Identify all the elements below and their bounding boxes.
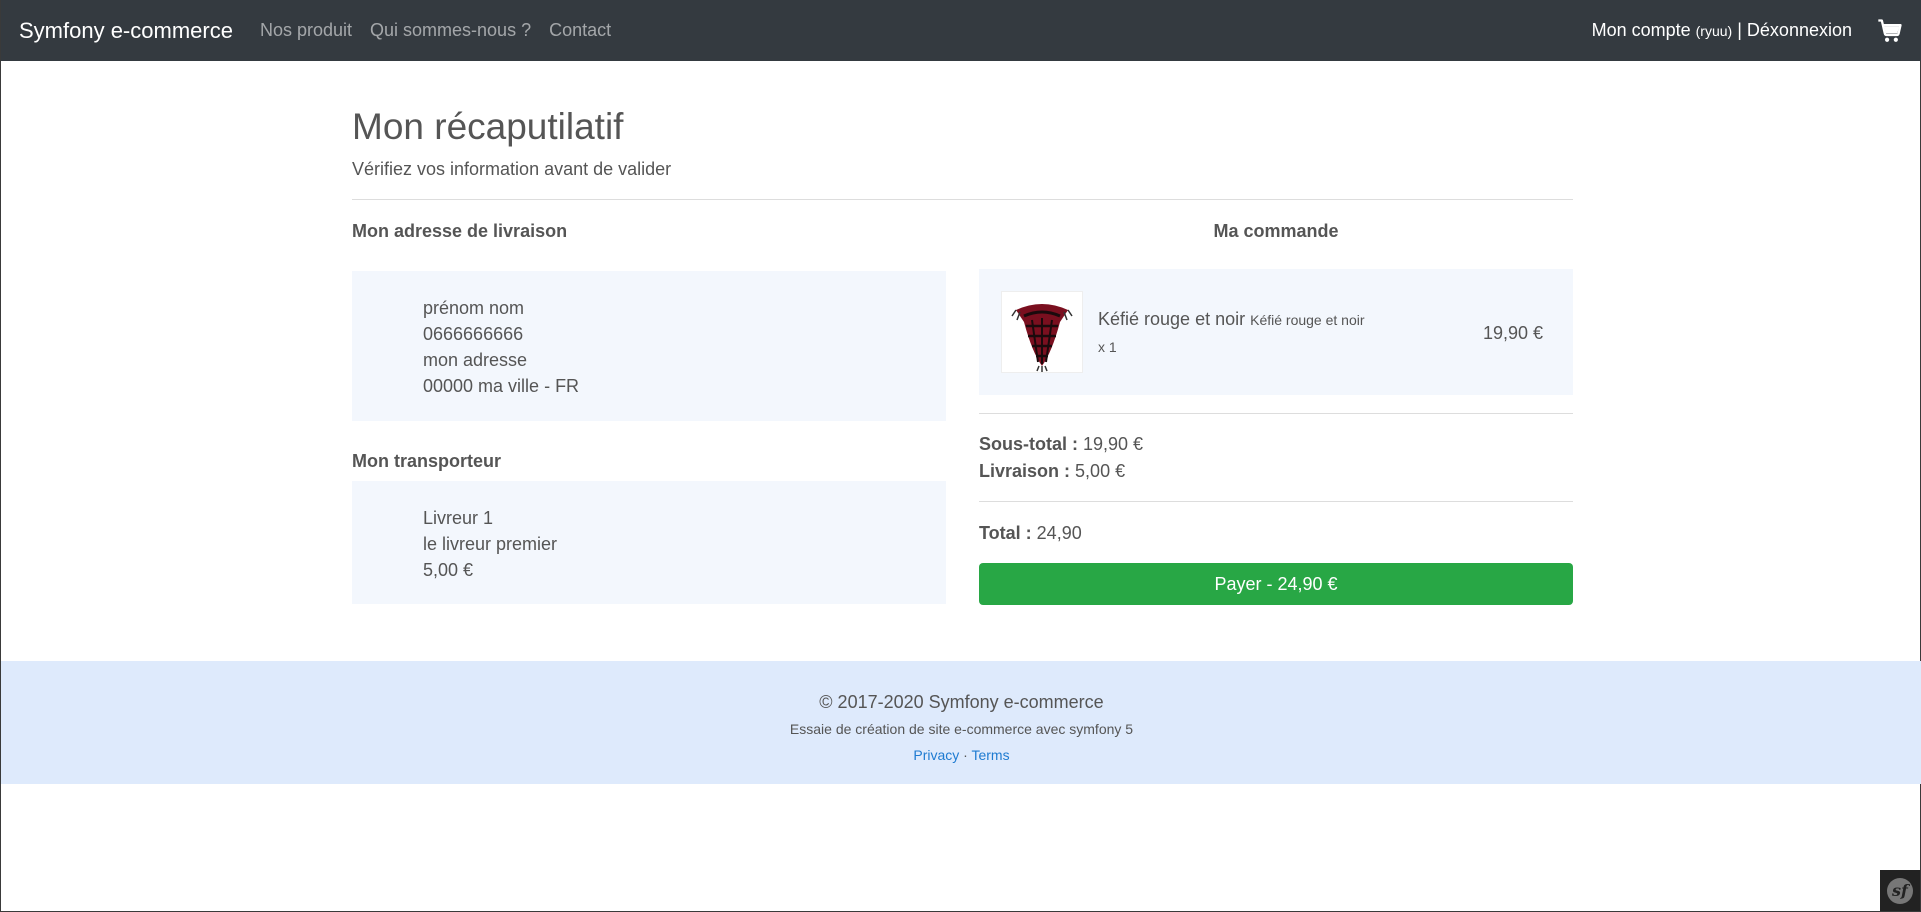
- product-quantity: x 1: [1098, 339, 1117, 355]
- footer-description: Essaie de création de site e-commerce av…: [789, 721, 1134, 737]
- account-username: (ryuu): [1695, 23, 1733, 39]
- carrier-info: Livreur 1 le livreur premier 5,00 €: [423, 505, 557, 583]
- terms-link[interactable]: Terms: [971, 747, 1009, 763]
- navbar: Symfony e-commerce Nos produit Qui somme…: [1, 0, 1921, 61]
- header-divider: [352, 199, 1573, 200]
- pay-button[interactable]: Payer - 24,90 €: [979, 563, 1573, 605]
- order-item-row: Kéfié rouge et noir Kéfié rouge et noir …: [979, 269, 1573, 395]
- nav-link-contact[interactable]: Contact: [549, 20, 611, 41]
- subtotal-value: 19,90 €: [1083, 434, 1144, 454]
- address-street: mon adresse: [423, 350, 528, 370]
- order-divider-2: [979, 501, 1573, 502]
- footer: © 2017-2020 Symfony e-commerce Essaie de…: [1, 661, 1921, 784]
- page: Symfony e-commerce Nos produit Qui somme…: [0, 0, 1921, 912]
- subtotal-label: Sous-total :: [979, 434, 1078, 454]
- delivery-address-panel: prénom nom 0666666666 mon adresse 00000 …: [352, 271, 946, 421]
- footer-link-separator: ·: [963, 747, 968, 763]
- page-subtitle: Vérifiez vos information avant de valide…: [352, 159, 672, 179]
- order-title: Ma commande: [1213, 221, 1339, 241]
- account-label: Mon compte: [1591, 20, 1691, 40]
- product-subtitle: Kéfié rouge et noir: [1250, 312, 1365, 328]
- nav-link-about[interactable]: Qui sommes-nous ?: [370, 20, 531, 41]
- carrier-description: le livreur premier: [423, 534, 558, 554]
- delivery-title: Mon adresse de livraison: [352, 221, 568, 241]
- nav-separator: |: [1737, 20, 1742, 40]
- symfony-toolbar-toggle[interactable]: sf: [1880, 870, 1920, 911]
- carrier-name: Livreur 1: [423, 508, 494, 528]
- shipping-value: 5,00 €: [1075, 461, 1126, 481]
- nav-link-produits[interactable]: Nos produit: [260, 20, 352, 41]
- address-phone: 0666666666: [423, 324, 524, 344]
- total-value: 24,90: [1036, 523, 1082, 543]
- shipping-line: Livraison : 5,00 €: [979, 461, 1125, 482]
- subtotal-line: Sous-total : 19,90 €: [979, 434, 1143, 455]
- page-title: Mon récaputilatif: [352, 106, 624, 147]
- total-label: Total :: [979, 523, 1032, 543]
- logout-link[interactable]: Déxonnexion: [1747, 20, 1852, 41]
- product-title: Kéfié rouge et noir: [1098, 309, 1246, 329]
- product-name: Kéfié rouge et noir Kéfié rouge et noir: [1098, 309, 1365, 330]
- cart-icon[interactable]: [1876, 17, 1904, 45]
- footer-copyright: © 2017-2020 Symfony e-commerce: [819, 692, 1104, 712]
- carrier-title: Mon transporteur: [352, 451, 502, 471]
- scarf-image: [1011, 304, 1073, 372]
- delivery-address: prénom nom 0666666666 mon adresse 00000 …: [423, 295, 579, 399]
- product-image: [1001, 291, 1083, 373]
- address-name: prénom nom: [423, 298, 525, 318]
- order-divider-1: [979, 413, 1573, 414]
- privacy-link[interactable]: Privacy: [913, 747, 959, 763]
- carrier-panel: Livreur 1 le livreur premier 5,00 €: [352, 481, 946, 604]
- symfony-logo-icon: sf: [1887, 877, 1913, 904]
- carrier-price: 5,00 €: [423, 560, 474, 580]
- address-city: 00000 ma ville - FR: [423, 376, 580, 396]
- product-price: 19,90 €: [1482, 323, 1543, 343]
- nav-account-area: Mon compte (ryuu) | Déxonnexion: [1592, 17, 1904, 45]
- footer-links: Privacy · Terms: [1, 747, 1921, 763]
- brand-link[interactable]: Symfony e-commerce: [19, 18, 233, 44]
- account-link[interactable]: Mon compte (ryuu): [1592, 20, 1733, 41]
- total-line: Total : 24,90: [979, 523, 1082, 544]
- shipping-label: Livraison :: [979, 461, 1071, 481]
